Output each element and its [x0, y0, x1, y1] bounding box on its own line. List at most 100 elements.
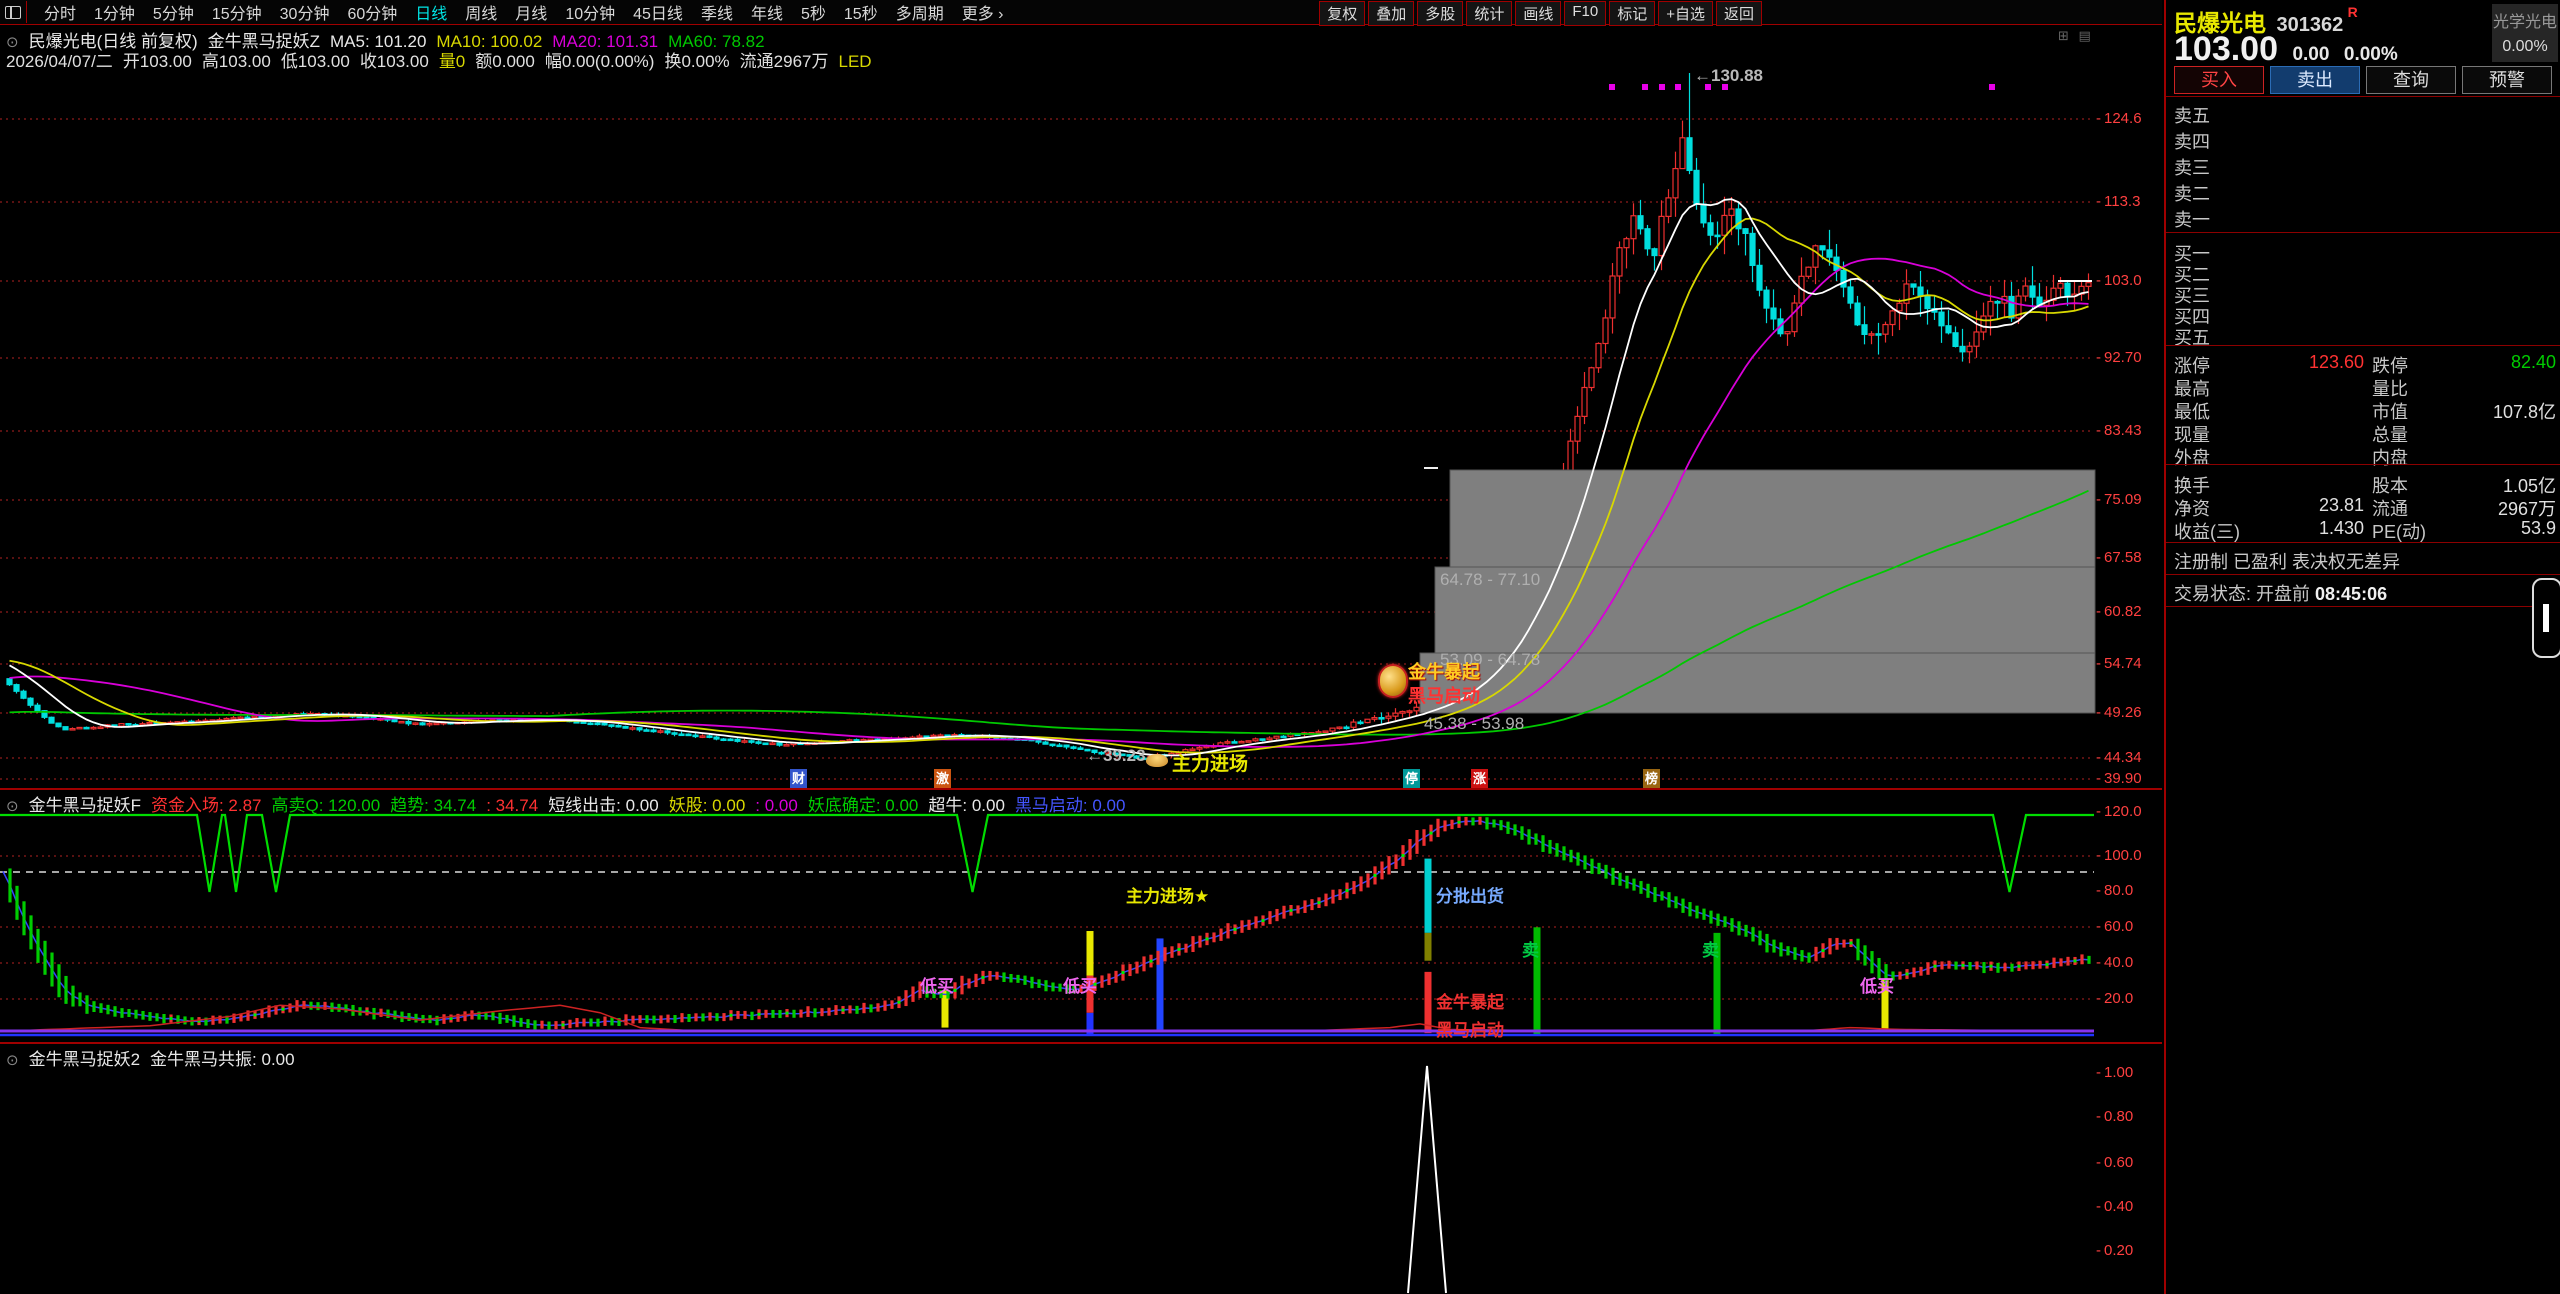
divider — [2166, 606, 2560, 607]
panel2-plot — [1407, 1065, 1447, 1294]
main-axis-label: -75.09 — [2096, 491, 2142, 508]
supply-zone-range-label: 64.78 - 77.10 — [1440, 570, 1541, 589]
side-tab-scrollbar[interactable] — [2532, 578, 2560, 658]
signal-badge-line2: 黑马启动 — [1408, 686, 1480, 706]
trading-status: 交易状态: 开盘前 08:45:06 — [2174, 584, 2388, 604]
panel2-header: ⊙ 金牛黑马捉妖2 金牛黑马共振: 0.00 — [6, 1045, 305, 1070]
panel1-axis-label: -20.0 — [2096, 990, 2134, 1007]
panel1-header-item-5: 短线出击: 0.00 — [548, 796, 659, 815]
panel1-header-item-10: 黑马启动: 0.00 — [1014, 796, 1126, 815]
event-badge: 涨 — [1471, 769, 1488, 788]
price-change: 0.00 — [2292, 44, 2330, 65]
ask-row-4: 卖四 — [2174, 132, 2210, 152]
quote-panel: 民爆光电 301362 R 光学光电 0.00% 103.00 0.00 0.0… — [2164, 0, 2560, 1294]
listing-tags: 注册制 已盈利 表决权无差异 — [2174, 552, 2401, 572]
panel1-header-item-8: 妖底确定: 0.00 — [807, 796, 919, 815]
info-cell: 收益(三) — [2174, 522, 2240, 542]
chart-annotation: 主力进场 — [1172, 754, 1249, 775]
panel-divider-2[interactable] — [0, 1042, 2162, 1044]
panel2-axis-label: -0.40 — [2096, 1198, 2134, 1215]
event-badge: 激 — [934, 769, 951, 788]
main-axis-label: -60.82 — [2096, 603, 2142, 620]
sector-quote-box[interactable]: 光学光电 0.00% — [2492, 4, 2558, 62]
panel1-signal-label: 低买 — [1860, 977, 1894, 996]
panel1-axis-label: -40.0 — [2096, 954, 2134, 971]
panel1-signal-label: 卖 — [1702, 941, 1719, 960]
chart-annotation: ←39.23 — [1086, 746, 1146, 765]
collapse-icon[interactable]: ⊙ — [6, 798, 19, 815]
last-price: 103.00 — [2174, 30, 2278, 68]
signal-dots — [1609, 84, 2092, 282]
collapse-icon[interactable]: ⊙ — [6, 1052, 19, 1069]
panel1-axis-label: -120.0 — [2096, 803, 2142, 820]
supply-zone-range-label: 45.38 - 53.98 — [1424, 714, 1525, 733]
action-button-3[interactable]: 预警 — [2462, 66, 2552, 94]
gold-ingot-icon — [1146, 754, 1168, 767]
event-badge: 财 — [790, 769, 807, 788]
info-cell: 内盘 — [2372, 448, 2408, 468]
panel2-header-item-1: 金牛黑马共振: 0.00 — [150, 1050, 295, 1069]
info-cell: 1.430 — [2318, 518, 2364, 538]
ask-row-5: 卖五 — [2174, 106, 2210, 126]
panel1-header-item-3: 趋势: 34.74 — [390, 796, 477, 815]
sector-change: 0.00% — [2502, 38, 2548, 55]
panel1-plot — [0, 813, 2094, 1037]
panel1-signal-label: 低买 — [1063, 977, 1097, 996]
panel1-header-item-2: 高卖Q: 120.00 — [271, 796, 381, 815]
action-button-2[interactable]: 查询 — [2366, 66, 2456, 94]
panel1-signal-label: 金牛暴起 — [1436, 993, 1504, 1012]
chart-corner-icons[interactable]: ⊞ ▤ — [2058, 28, 2094, 44]
panel1-axis-label: -100.0 — [2096, 847, 2142, 864]
info-cell: 23.81 — [2318, 495, 2364, 515]
trading-terminal: 分时 1分钟 5分钟 15分钟 30分钟 60分钟 日线 周线 月线 10分钟 45日线 季线 年线 5秒… — [0, 0, 2560, 1294]
info-cell: PE(动) — [2372, 522, 2426, 542]
main-axis-label: -113.3 — [2096, 193, 2141, 210]
ask-row-3: 卖三 — [2174, 158, 2210, 178]
main-axis-label: -103.0 — [2096, 272, 2142, 289]
panel2-axis-label: -0.80 — [2096, 1108, 2134, 1125]
panel-divider-1[interactable] — [0, 788, 2162, 790]
chart-canvas — [0, 73, 2096, 1294]
panel1-signal-label: 主力进场★ — [1126, 887, 1210, 906]
action-button-0[interactable]: 买入 — [2174, 66, 2264, 94]
main-axis-label: -92.70 — [2096, 349, 2142, 366]
panel1-signal-label: 分批出货 — [1436, 887, 1504, 906]
signal-badge-line1: 金牛暴起 — [1408, 662, 1480, 682]
panel1-signal-label: 卖 — [1522, 941, 1539, 960]
divider — [2166, 464, 2560, 465]
panel1-signal-label: 黑马启动 — [1436, 1021, 1504, 1040]
panel1-signal-label: 低买 — [920, 977, 954, 996]
panel1-header-item-1: 资金入场: 2.87 — [150, 796, 262, 815]
panel1-header: ⊙ 金牛黑马捉妖F 资金入场: 2.87 高卖Q: 120.00 趋势: 34.74 : … — [6, 791, 1135, 816]
panel2-axis-label: -0.20 — [2096, 1242, 2134, 1259]
main-axis-label: -39.90 — [2096, 770, 2142, 787]
sector-name: 光学光电 — [2492, 14, 2557, 31]
panel1-axis-label: -60.0 — [2096, 918, 2134, 935]
ask-row-1: 卖一 — [2174, 210, 2210, 230]
seal-icon — [1378, 664, 1408, 698]
ask-row-2: 卖二 — [2174, 184, 2210, 204]
main-axis-label: -44.34 — [2096, 749, 2142, 766]
main-axis-label: -83.43 — [2096, 422, 2142, 439]
main-axis-label: -54.74 — [2096, 655, 2142, 672]
main-axis-label: -67.58 — [2096, 549, 2142, 566]
divider — [2166, 542, 2560, 543]
info-cell: 外盘 — [2174, 448, 2210, 468]
panel2-axis-label: -0.60 — [2096, 1154, 2134, 1171]
main-axis-label: -124.6 — [2096, 110, 2142, 127]
event-badge: 停 — [1403, 769, 1420, 788]
panel1-header-item-6: 妖股: 0.00 — [668, 796, 746, 815]
panel1-header-item-0: 金牛黑马捉妖F — [28, 796, 141, 815]
divider — [2166, 96, 2560, 97]
price-change-pct: 0.00% — [2343, 44, 2398, 65]
registered-flag: R — [2347, 4, 2358, 20]
action-button-1[interactable]: 卖出 — [2270, 66, 2360, 94]
main-axis-label: -49.26 — [2096, 704, 2142, 721]
panel1-header-item-9: 超牛: 0.00 — [928, 796, 1005, 815]
panel1-header-item-7: : 0.00 — [755, 796, 798, 815]
divider — [2166, 232, 2560, 233]
chart-annotation: ←130.88 — [1694, 66, 1763, 85]
supply-zone-boxes — [1419, 467, 2096, 714]
bid-row-5: 买五 — [2174, 328, 2210, 348]
info-cell: 53.9 — [2520, 518, 2556, 538]
